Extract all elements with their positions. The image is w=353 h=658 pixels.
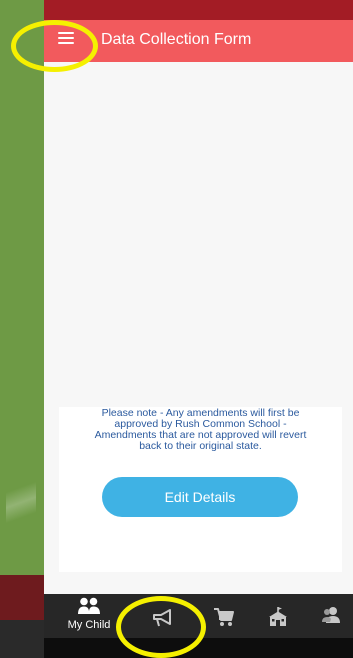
amendment-notice: Please note - Any amendments will first … <box>59 408 342 452</box>
notice-line: back to their original state. <box>139 440 262 452</box>
children-icon <box>78 597 100 614</box>
bottom-system-strip <box>44 638 353 658</box>
menu-button[interactable] <box>58 32 74 46</box>
edit-details-button[interactable]: Edit Details <box>102 477 298 517</box>
page-title: Data Collection Form <box>101 31 252 48</box>
background-dark-band <box>0 620 44 658</box>
bottom-tab-bar: My Child <box>44 594 353 638</box>
megaphone-icon <box>153 609 171 627</box>
app-header: Data Collection Form <box>44 20 353 62</box>
main-content: Please note - Any amendments will first … <box>44 62 353 594</box>
tab-school[interactable] <box>259 594 297 638</box>
background-red-band <box>0 575 44 620</box>
tab-label-my-child: My Child <box>67 619 111 631</box>
contacts-icon <box>322 607 340 623</box>
tab-contacts[interactable] <box>312 594 350 638</box>
status-bar <box>44 0 353 20</box>
school-building-icon <box>269 607 287 626</box>
shopping-cart-icon <box>214 608 234 626</box>
background-green-panel <box>0 0 44 575</box>
tab-shop[interactable] <box>205 594 243 638</box>
notice-card: Please note - Any amendments will first … <box>59 407 342 572</box>
tab-announcements[interactable] <box>144 594 182 638</box>
background-behind-drawer <box>0 0 44 658</box>
tab-my-child[interactable]: My Child <box>64 594 114 638</box>
